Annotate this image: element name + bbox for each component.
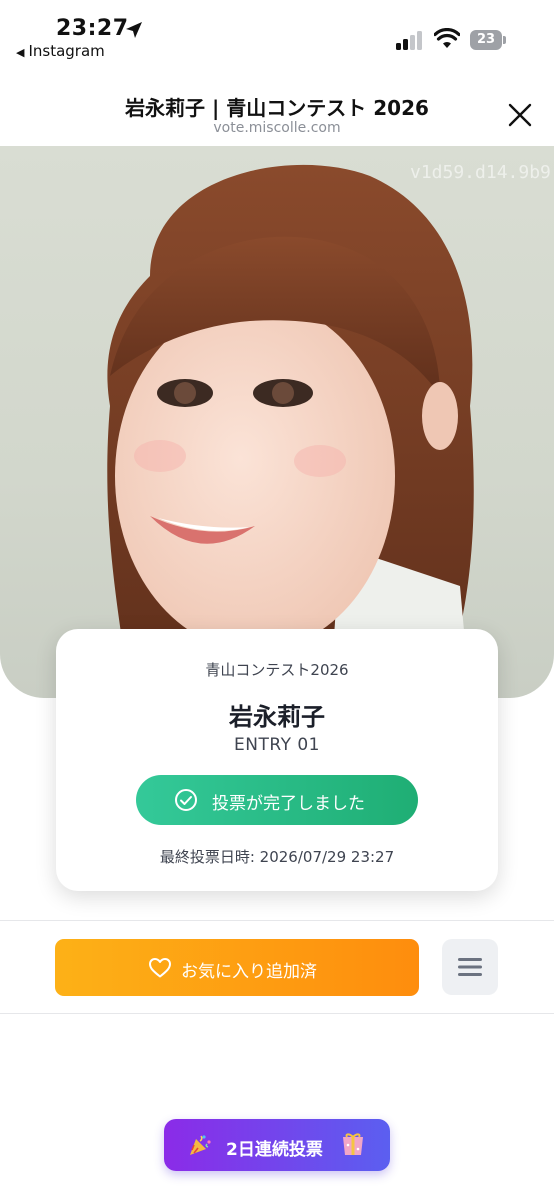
vote-status-label: 投票が完了しました	[212, 794, 365, 814]
cellular-signal-icon	[396, 31, 422, 50]
menu-button[interactable]	[442, 939, 498, 995]
last-vote-time: 最終投票日時: 2026/07/29 23:27	[159, 848, 395, 866]
favorite-label: お気に入り追加済	[181, 962, 317, 982]
hero-photo: v1d59.d14.9b9 v1d59.d14.9b9	[0, 146, 554, 698]
watermark-top: v1d59.d14.9b9	[410, 162, 551, 183]
entry-card: 青山コンテスト2026 岩永莉子 ENTRY 01 投票が完了しました 最終投票…	[56, 629, 498, 891]
contestant-name: 岩永莉子	[229, 703, 325, 731]
heart-icon	[149, 958, 171, 978]
divider	[0, 1013, 554, 1014]
contest-name: 青山コンテスト2026	[205, 661, 349, 679]
page-title: 岩永莉子 | 青山コンテスト 2026	[125, 96, 429, 120]
status-time: 23:27	[56, 16, 129, 41]
vote-complete-button[interactable]: 投票が完了しました	[136, 775, 418, 825]
back-app-label: Instagram	[28, 42, 105, 60]
battery-cap	[503, 36, 506, 44]
location-arrow-icon	[126, 22, 142, 38]
battery-indicator: 23	[470, 30, 506, 50]
hamburger-menu-icon	[458, 958, 482, 976]
battery-level: 23	[470, 30, 502, 50]
party-popper-icon	[190, 1135, 211, 1155]
wifi-icon	[434, 28, 460, 48]
contestant-portrait	[107, 164, 474, 698]
entry-number: ENTRY 01	[234, 735, 320, 755]
status-bar: 23:27 ◀ Instagram 23	[0, 0, 554, 64]
consecutive-vote-badge[interactable]: 2日連続投票	[164, 1119, 390, 1171]
page-url: vote.miscolle.com	[213, 120, 341, 136]
favorite-button[interactable]: お気に入り追加済	[55, 939, 419, 996]
check-circle-icon	[175, 789, 197, 811]
ribbon-gift-icon	[343, 1133, 363, 1155]
streak-label: 2日連続投票	[226, 1140, 323, 1160]
close-icon[interactable]	[505, 100, 535, 130]
back-triangle-icon: ◀	[16, 46, 25, 59]
back-to-app-link[interactable]: ◀ Instagram	[16, 42, 105, 60]
divider	[0, 920, 554, 921]
browser-header: 岩永莉子 | 青山コンテスト 2026 vote.miscolle.com	[0, 64, 554, 146]
